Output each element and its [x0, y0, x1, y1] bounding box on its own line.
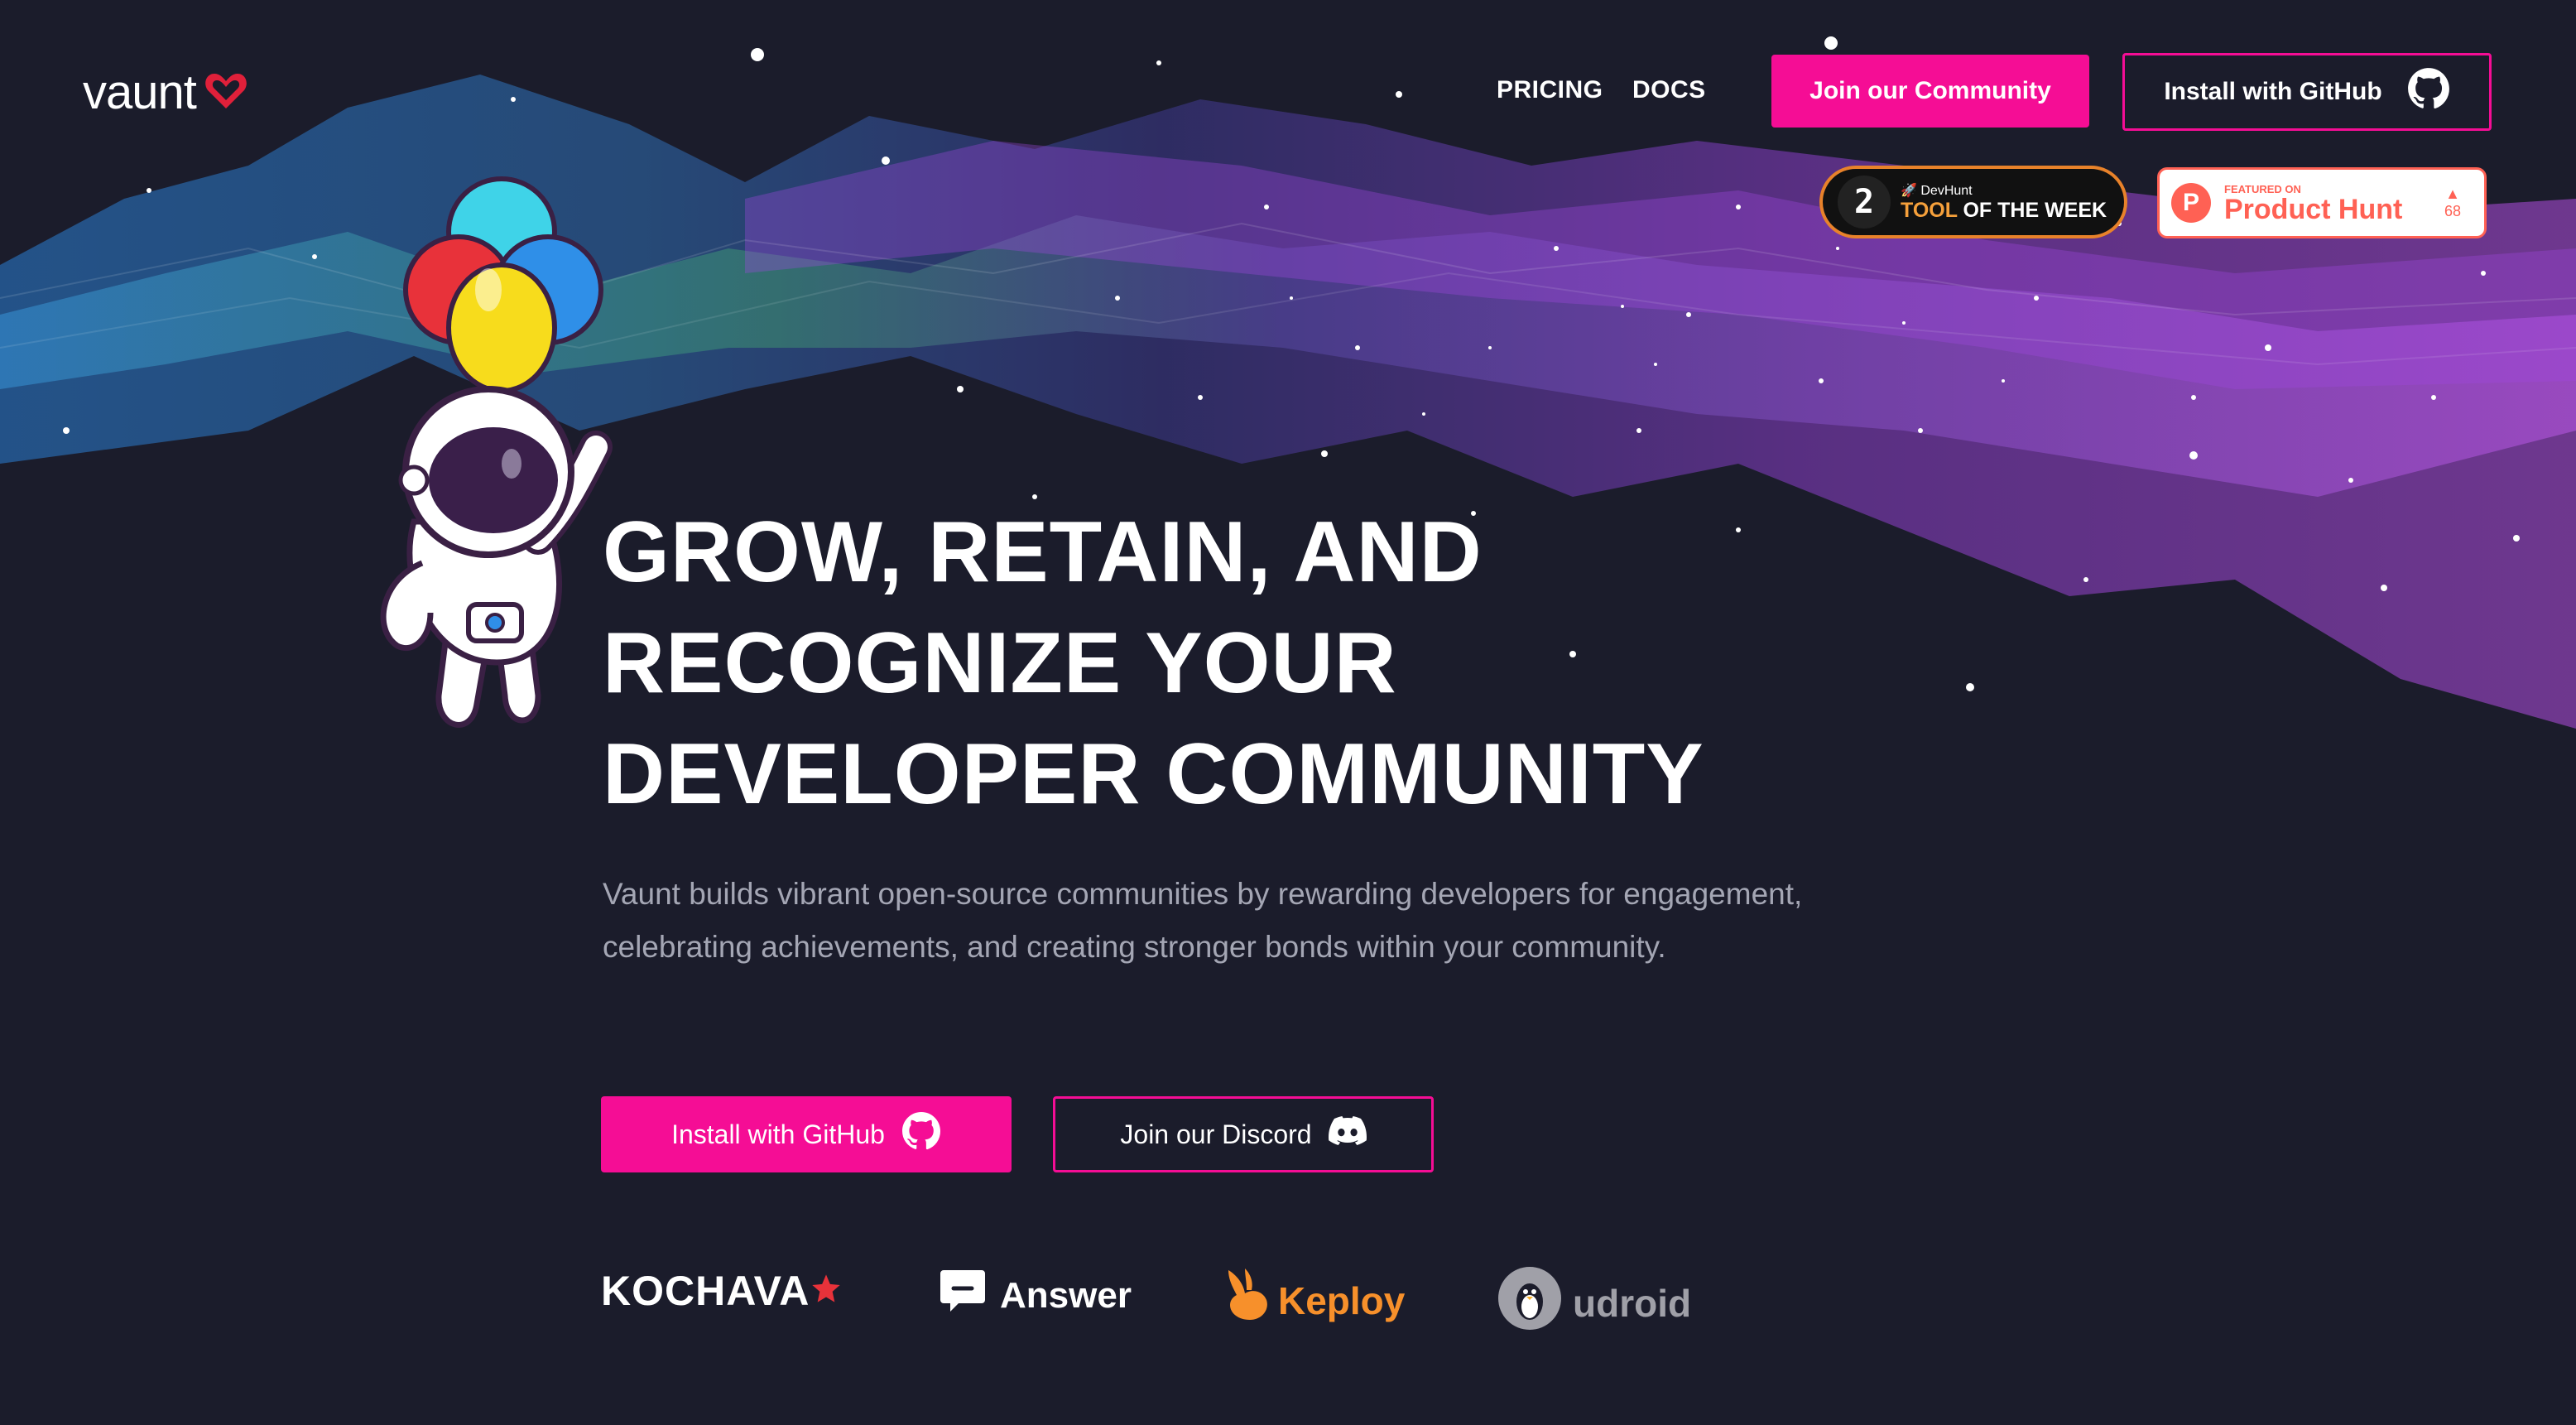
chat-bubble-icon	[939, 1267, 987, 1324]
brand-name: vaunt	[83, 65, 197, 119]
devhunt-badge[interactable]: 2 🚀 DevHunt TOOL OF THE WEEK	[1819, 166, 2127, 238]
headline-line-1: GROW, RETAIN, AND	[603, 504, 1483, 600]
devhunt-source: 🚀 DevHunt	[1901, 182, 2107, 199]
astronaut-with-balloons-illustration	[380, 176, 613, 728]
producthunt-badge[interactable]: P FEATURED ON Product Hunt ▲ 68	[2157, 167, 2487, 238]
nav-install-github-button[interactable]: Install with GitHub	[2122, 53, 2492, 131]
hero-install-github-button[interactable]: Install with GitHub	[601, 1096, 1012, 1172]
devhunt-title: TOOL OF THE WEEK	[1901, 199, 2107, 223]
join-community-button[interactable]: Join our Community	[1771, 55, 2089, 128]
upvote-triangle-icon: ▲	[2445, 185, 2460, 202]
producthunt-vote-count: 68	[2444, 203, 2461, 219]
devhunt-week-label: OF THE WEEK	[1957, 198, 2107, 222]
github-icon	[901, 1111, 941, 1158]
devhunt-rank-number: 2	[1853, 183, 1875, 221]
nav-install-github-label: Install with GitHub	[2164, 78, 2382, 105]
keploy-logo: Keploy	[1220, 1267, 1405, 1334]
udroid-label: udroid	[1573, 1281, 1692, 1325]
discord-icon	[1328, 1116, 1367, 1153]
udroid-logo: udroid	[1498, 1267, 1691, 1339]
kochava-logo: KOCHAVA	[601, 1267, 843, 1315]
headline-line-2: RECOGNIZE YOUR	[603, 615, 1397, 711]
headline-line-3: DEVELOPER COMMUNITY	[603, 726, 1704, 822]
hero-description: Vaunt builds vibrant open-source communi…	[603, 877, 1803, 964]
producthunt-votes: ▲ 68	[2444, 185, 2461, 220]
join-community-label: Join our Community	[1809, 77, 2051, 104]
rocket-icon: 🚀	[1901, 183, 1917, 198]
producthunt-name: Product Hunt	[2224, 193, 2403, 225]
answer-label: Answer	[1000, 1274, 1132, 1316]
hero-headline: GROW, RETAIN, AND RECOGNIZE YOUR DEVELOP…	[603, 497, 2010, 830]
nav-docs-link[interactable]: DOCS	[1632, 76, 1706, 104]
penguin-icon	[1498, 1267, 1561, 1339]
devhunt-tool-label: TOOL	[1901, 198, 1958, 222]
rabbit-icon	[1220, 1267, 1273, 1334]
vaunt-logo[interactable]: vaunt	[83, 65, 249, 120]
github-icon	[2407, 67, 2450, 117]
join-discord-label: Join our Discord	[1120, 1119, 1312, 1149]
hero-install-github-label: Install with GitHub	[671, 1119, 885, 1149]
producthunt-letter: P	[2182, 189, 2199, 216]
answer-logo: Answer	[939, 1267, 1132, 1324]
kochava-label: KOCHAVA	[601, 1268, 810, 1314]
devhunt-rank: 2	[1838, 176, 1891, 229]
join-discord-button[interactable]: Join our Discord	[1053, 1096, 1434, 1172]
star-icon	[810, 1267, 843, 1315]
nav-pricing-link[interactable]: PRICING	[1497, 76, 1603, 104]
heart-logo-icon	[203, 67, 249, 118]
devhunt-source-label: DevHunt	[1920, 183, 1973, 198]
keploy-label: Keploy	[1278, 1278, 1406, 1322]
producthunt-logo-icon: P	[2171, 183, 2211, 223]
